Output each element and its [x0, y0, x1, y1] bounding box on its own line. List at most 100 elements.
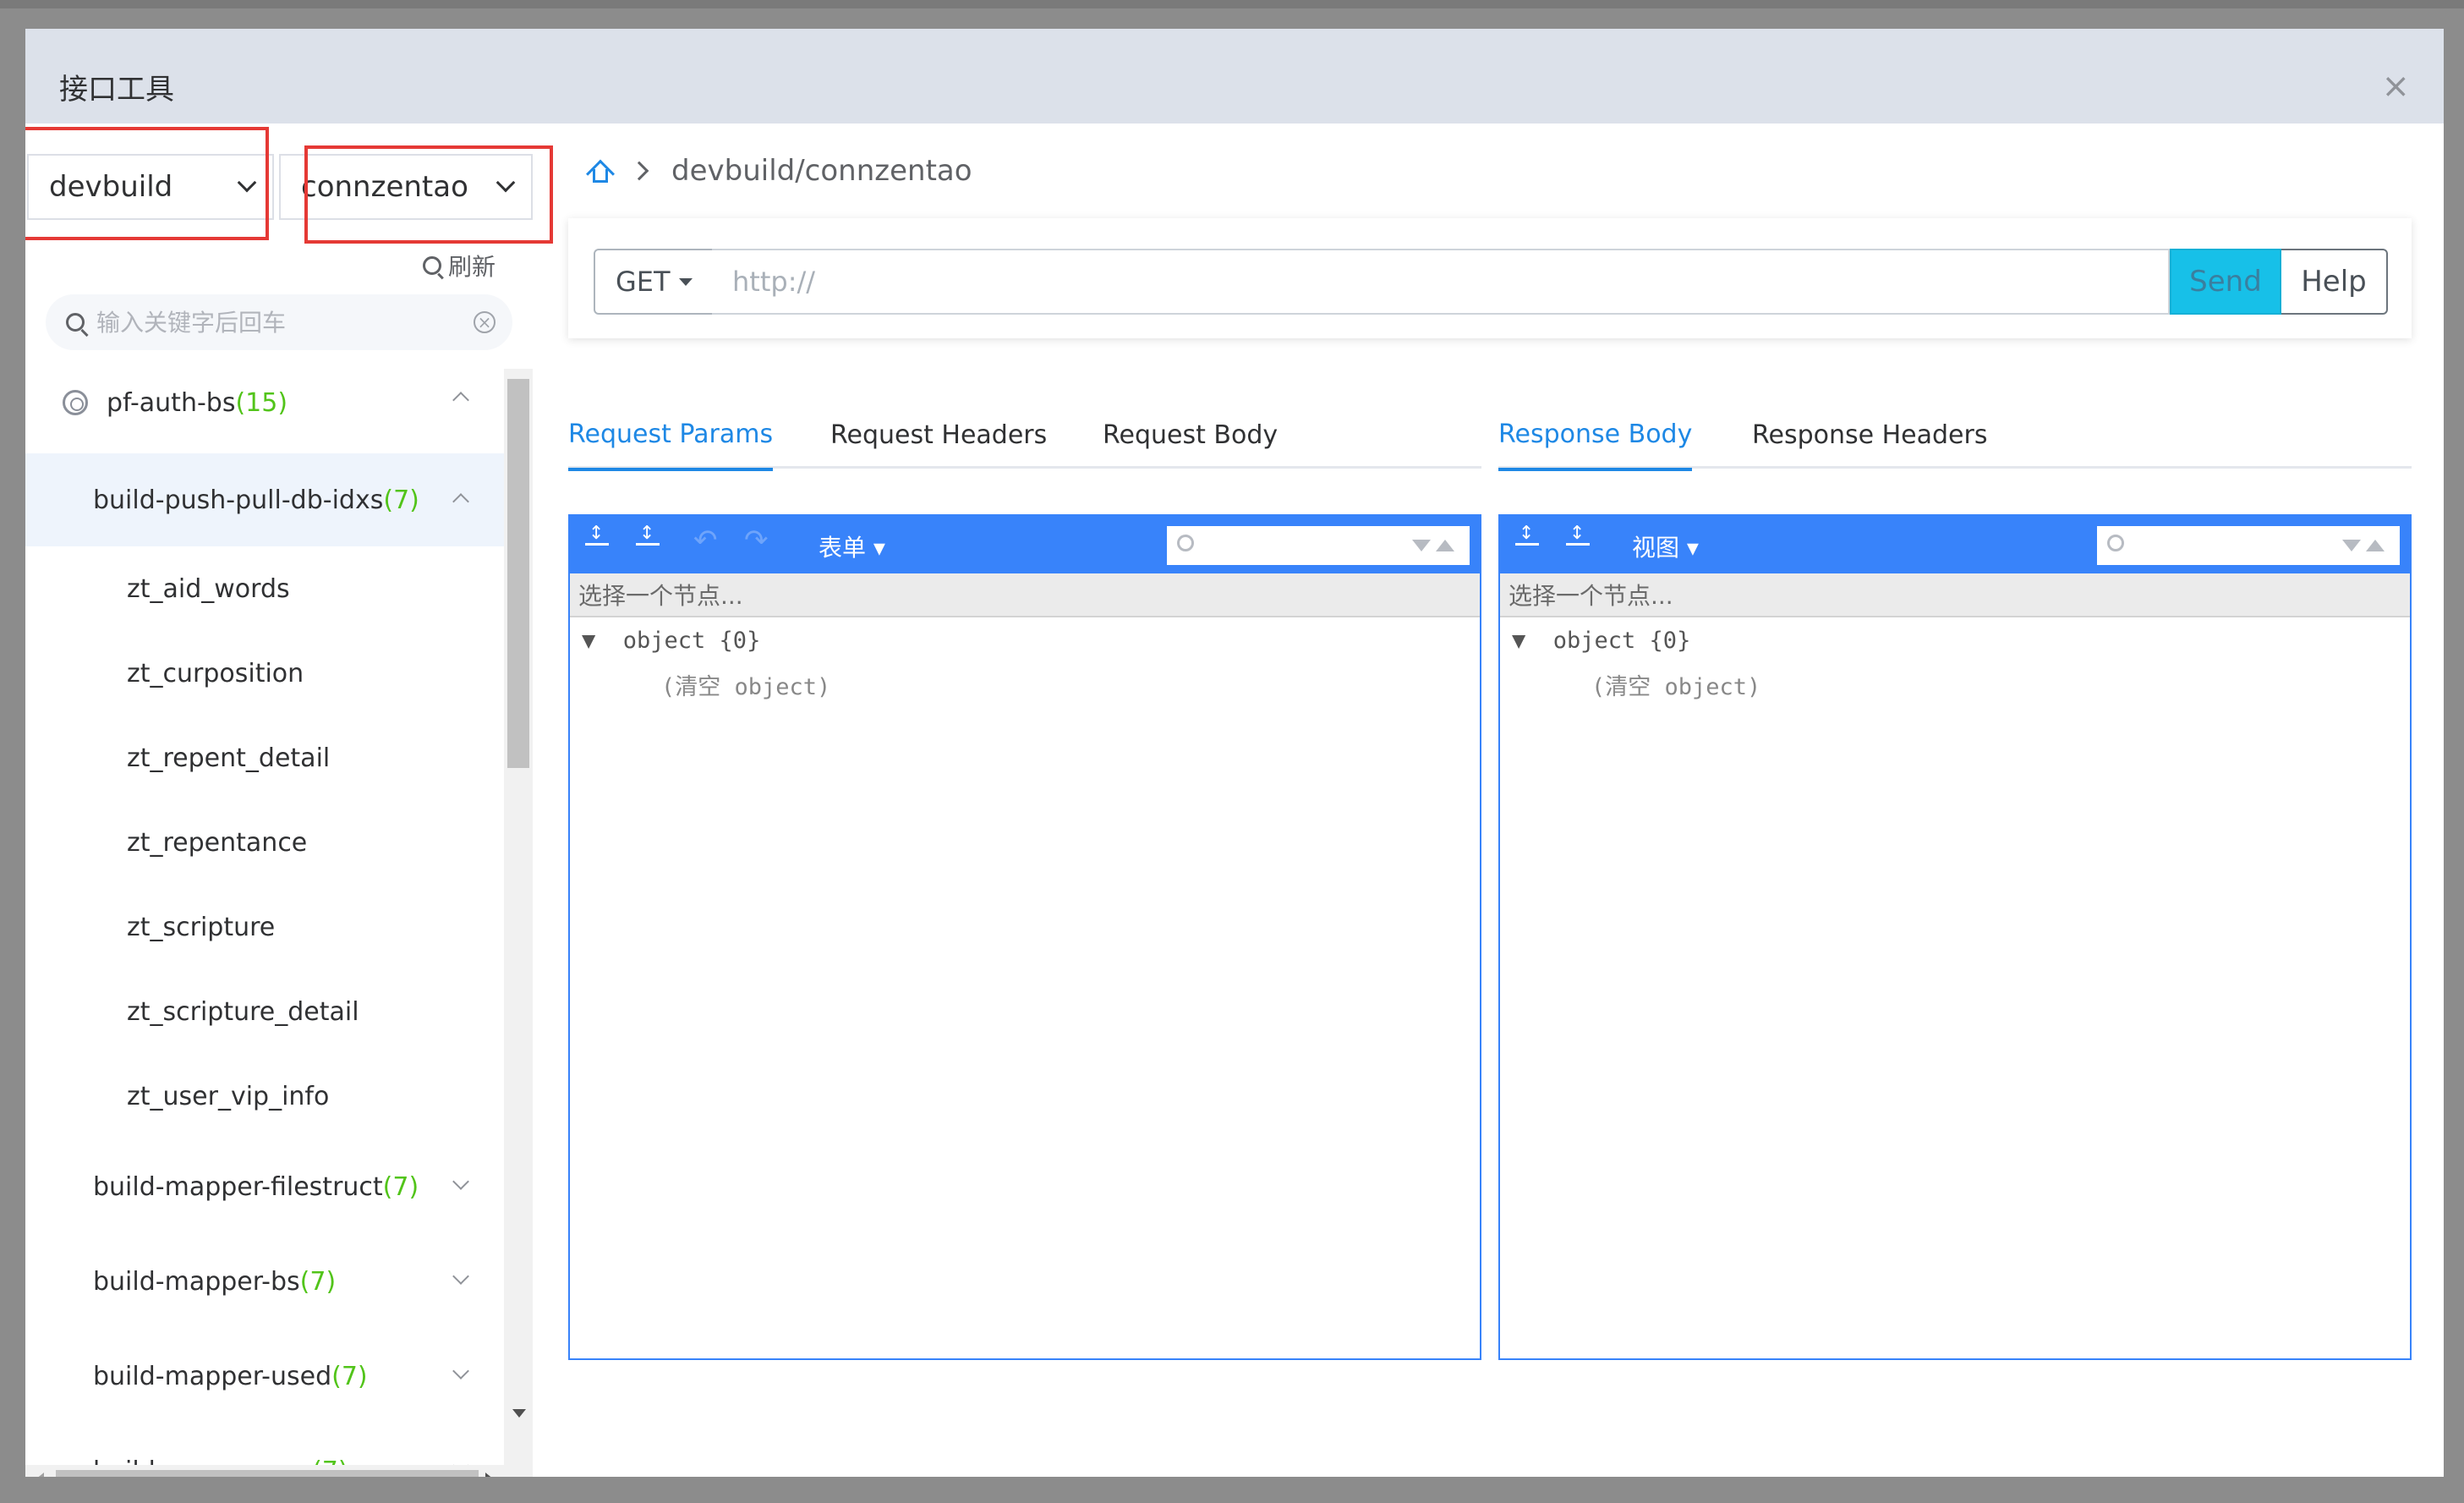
- tree-group[interactable]: build-mapper-used (7): [25, 1330, 504, 1423]
- scroll-down-icon[interactable]: [512, 1409, 526, 1418]
- previous-result-icon[interactable]: [1436, 540, 1454, 551]
- caret-down-icon: [678, 277, 693, 286]
- empty-object-hint: (清空 object): [661, 674, 831, 700]
- group-select[interactable]: devbuild: [27, 154, 274, 220]
- project-select-value: connzentao: [301, 170, 468, 204]
- tree-group-count: (7): [383, 485, 419, 515]
- breadcrumb: devbuild/connzentao: [586, 154, 972, 189]
- close-icon[interactable]: ×: [2381, 69, 2410, 103]
- expand-all-icon[interactable]: ↕: [1514, 524, 1541, 558]
- request-tabs: Request Params Request Headers Request B…: [568, 401, 1481, 471]
- empty-object-hint: (清空 object): [1591, 674, 1761, 700]
- search-icon: [66, 313, 85, 332]
- gear-icon: [63, 390, 88, 415]
- tree-leaf[interactable]: zt_scripture: [25, 886, 504, 968]
- editor-search[interactable]: [2097, 526, 2400, 565]
- request-bar: GET Send Help: [568, 218, 2412, 338]
- search-icon: [423, 256, 441, 275]
- scroll-right-icon[interactable]: [485, 1473, 494, 1477]
- chevron-down-icon: [452, 1363, 469, 1380]
- tree-leaf[interactable]: zt_scripture_detail: [25, 971, 504, 1052]
- chevron-up-icon: [452, 392, 469, 409]
- refresh-button[interactable]: 刷新: [423, 249, 496, 282]
- tree-leaf[interactable]: zt_user_vip_info: [25, 1056, 504, 1137]
- mode-dropdown[interactable]: 表单 ▾: [819, 529, 885, 563]
- send-button[interactable]: Send: [2170, 249, 2281, 315]
- tree-group-label: build-mapper-filestruct: [93, 1171, 383, 1202]
- collapse-all-icon[interactable]: ↕: [1564, 524, 1591, 558]
- tree-group[interactable]: build-mapper-bs (7): [25, 1235, 504, 1328]
- chevron-down-icon: [237, 173, 257, 193]
- chevron-down-icon: [496, 173, 516, 193]
- tree-leaf-label: zt_curposition: [127, 658, 304, 688]
- dialog-header: 接口工具 ×: [25, 29, 2444, 123]
- method-value: GET: [616, 266, 671, 298]
- editor-nav-bar: 选择一个节点...: [1500, 573, 2410, 617]
- undo-icon[interactable]: ↶: [693, 526, 718, 555]
- url-input[interactable]: [712, 249, 2170, 315]
- tree-group-label: build-push-pull-db-idxs: [93, 485, 384, 515]
- next-result-icon[interactable]: [1412, 540, 1431, 551]
- tree-horizontal-scrollbar[interactable]: [25, 1465, 533, 1477]
- previous-result-icon[interactable]: [2366, 540, 2385, 551]
- tree-leaf-label: zt_scripture_detail: [127, 996, 359, 1027]
- page-backdrop: [0, 0, 2464, 8]
- tree-group-count: (7): [331, 1361, 368, 1391]
- interface-tool-dialog: 接口工具 × devbuild connzentao 刷新 × pf-auth-…: [25, 29, 2444, 1477]
- tab-response-headers[interactable]: Response Headers: [1752, 401, 1987, 469]
- tree-root[interactable]: pf-auth-bs (15): [25, 369, 504, 436]
- tree-leaf-label: zt_repent_detail: [127, 743, 331, 773]
- tree-group[interactable]: build-mapper-filestruct (7): [25, 1140, 504, 1233]
- request-json-editor: ↕ ↕ ↶ ↷ 表单 ▾ 选择一个节点... ▼ object {0} (清空: [568, 514, 1481, 1360]
- tree-root-count: (15): [235, 387, 288, 418]
- clear-icon[interactable]: ×: [474, 311, 496, 333]
- scroll-left-icon[interactable]: [36, 1473, 44, 1477]
- right-panel: devbuild/connzentao GET Send Help Reques…: [563, 123, 2423, 1460]
- tree-group-label: build-mapper-bs: [93, 1266, 300, 1297]
- response-tabs: Response Body Response Headers: [1498, 401, 2412, 471]
- tab-request-params[interactable]: Request Params: [568, 401, 774, 471]
- expand-all-icon[interactable]: ↕: [583, 524, 611, 558]
- search-icon: [2107, 535, 2124, 551]
- chevron-up-icon: [452, 493, 469, 510]
- refresh-label: 刷新: [448, 253, 496, 281]
- chevron-right-icon: [629, 161, 649, 181]
- api-tree: pf-auth-bs (15) build-push-pull-db-idxs …: [25, 369, 504, 1477]
- tree-root-line[interactable]: ▼ object {0}: [582, 628, 760, 654]
- tab-response-body[interactable]: Response Body: [1498, 401, 1693, 471]
- tree-leaf[interactable]: zt_repent_detail: [25, 717, 504, 798]
- tree-leaf-label: zt_scripture: [127, 912, 276, 942]
- response-json-editor: ↕ ↕ 视图 ▾ 选择一个节点... ▼ object {0} (清空 obje…: [1498, 514, 2412, 1360]
- next-result-icon[interactable]: [2342, 540, 2361, 551]
- home-icon[interactable]: [586, 159, 615, 189]
- dialog-title: 接口工具: [59, 73, 174, 107]
- project-select[interactable]: connzentao: [279, 154, 533, 220]
- collapse-all-icon[interactable]: ↕: [634, 524, 661, 558]
- tree-group-count: (7): [299, 1266, 337, 1297]
- tree-leaf[interactable]: zt_curposition: [25, 633, 504, 714]
- tree-vertical-scrollbar[interactable]: [504, 369, 533, 1477]
- mode-dropdown[interactable]: 视图 ▾: [1632, 529, 1699, 563]
- tree-leaf[interactable]: zt_aid_words: [25, 548, 504, 629]
- scrollbar-thumb[interactable]: [56, 1470, 479, 1477]
- tree-root-line[interactable]: ▼ object {0}: [1512, 628, 1690, 654]
- chevron-down-icon: [452, 1173, 469, 1190]
- tab-request-headers[interactable]: Request Headers: [830, 401, 1047, 469]
- chevron-down-icon: [452, 1268, 469, 1285]
- search-input[interactable]: [96, 308, 452, 337]
- left-panel: devbuild connzentao 刷新 × pf-auth-bs (15): [25, 123, 553, 1477]
- editor-nav-bar: 选择一个节点...: [570, 573, 1480, 617]
- editor-search[interactable]: [1167, 526, 1470, 565]
- help-button[interactable]: Help: [2281, 249, 2388, 315]
- redo-icon[interactable]: ↷: [744, 526, 769, 555]
- editor-toolbar: ↕ ↕ ↶ ↷ 表单 ▾: [570, 516, 1480, 573]
- tree-group-active[interactable]: build-push-pull-db-idxs (7): [25, 453, 504, 546]
- tab-request-body[interactable]: Request Body: [1103, 401, 1278, 469]
- tree-group-count: (7): [382, 1171, 419, 1202]
- scrollbar-thumb[interactable]: [507, 379, 529, 768]
- method-dropdown[interactable]: GET: [594, 249, 714, 315]
- tree-leaf[interactable]: zt_repentance: [25, 802, 504, 883]
- group-select-value: devbuild: [49, 170, 173, 204]
- editor-toolbar: ↕ ↕ 视图 ▾: [1500, 516, 2410, 573]
- breadcrumb-path: devbuild/connzentao: [671, 154, 972, 188]
